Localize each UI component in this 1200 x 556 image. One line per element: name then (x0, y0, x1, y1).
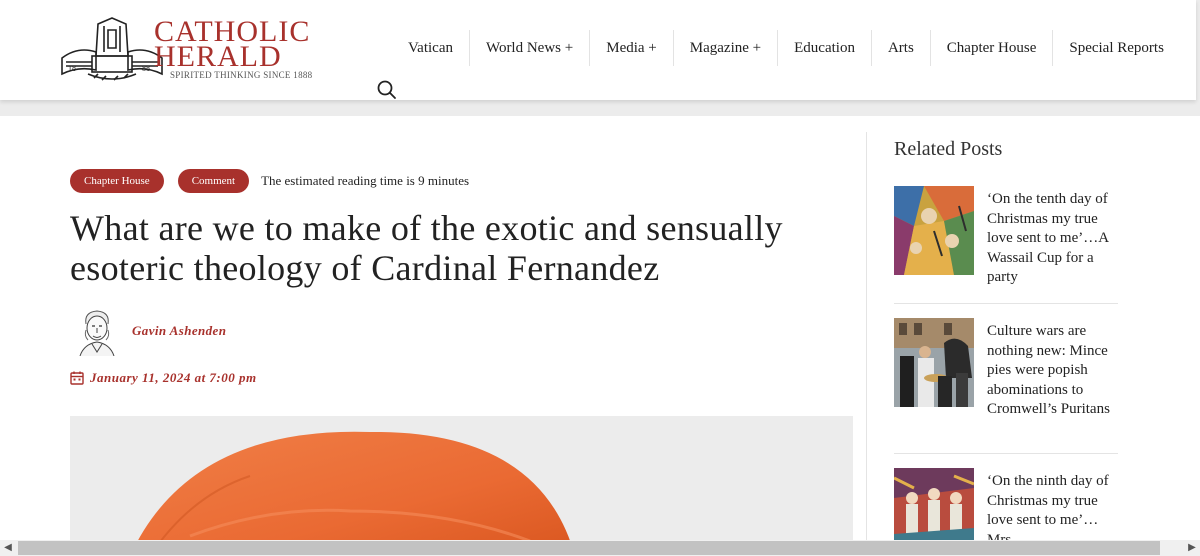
nav-item-chapter-house[interactable]: Chapter House (931, 30, 1054, 66)
scroll-left-arrow-icon[interactable]: ◀ (0, 540, 16, 556)
scrollbar-thumb[interactable] (18, 541, 1160, 555)
nav-item-arts[interactable]: Arts (872, 30, 931, 66)
related-posts-heading: Related Posts (894, 138, 1003, 160)
nav-item-special-reports[interactable]: Special Reports (1053, 30, 1180, 66)
related-post-title[interactable]: ‘On the tenth day of Christmas my true l… (987, 190, 1119, 288)
author-byline: Gavin Ashenden (74, 306, 226, 356)
main-nav: Vatican World News + Media + Magazine + … (392, 30, 1180, 66)
related-post-2[interactable]: Culture wars are nothing new: Mince pies… (894, 318, 1118, 448)
date-text: January 11, 2024 at 7:00 pm (90, 370, 257, 385)
scroll-right-arrow-icon[interactable]: ▶ (1184, 540, 1200, 556)
related-post-1[interactable]: ‘On the tenth day of Christmas my true l… (894, 186, 1118, 286)
logo-year-right: 88 (142, 64, 150, 73)
nav-item-media[interactable]: Media + (590, 30, 674, 66)
related-post-separator (894, 453, 1118, 454)
logo-tagline: SPIRITED THINKING SINCE 1888 (170, 70, 313, 80)
search-icon (377, 80, 396, 99)
article-title: What are we to make of the exotic and se… (70, 208, 783, 288)
article-meta: Chapter House Comment The estimated read… (70, 169, 469, 193)
logo-wordmark-line2: HERALD (154, 40, 282, 73)
author-avatar[interactable] (74, 306, 120, 356)
category-pill-comment[interactable]: Comment (177, 169, 250, 193)
logo-year-left: 18 (68, 64, 76, 73)
nav-item-magazine[interactable]: Magazine + (674, 30, 779, 66)
related-post-separator (894, 303, 1118, 304)
nav-item-world-news[interactable]: World News + (470, 30, 591, 66)
related-post-title[interactable]: Culture wars are nothing new: Mince pies… (987, 322, 1119, 420)
related-post-thumbnail[interactable] (894, 186, 974, 275)
herald-emblem-icon: 18 88 (61, 17, 163, 81)
nav-item-vatican[interactable]: Vatican (392, 30, 470, 66)
sidebar-divider (866, 132, 867, 556)
horizontal-scrollbar[interactable]: ◀ ▶ (0, 540, 1200, 556)
site-logo[interactable]: 18 88 CATHOLIC HERALD SPIRITED THINKING … (58, 16, 328, 84)
search-button[interactable] (376, 79, 398, 101)
publish-date: January 11, 2024 at 7:00 pm (70, 370, 257, 386)
category-pill-chapter-house[interactable]: Chapter House (70, 169, 164, 193)
author-name[interactable]: Gavin Ashenden (132, 323, 226, 339)
calendar-icon (70, 371, 84, 385)
reading-time: The estimated reading time is 9 minutes (261, 173, 470, 188)
article-hero-image (70, 416, 853, 556)
site-header: 18 88 CATHOLIC HERALD SPIRITED THINKING … (0, 0, 1196, 100)
article-main: Chapter House Comment The estimated read… (0, 116, 1200, 556)
nav-item-education[interactable]: Education (778, 30, 872, 66)
related-post-thumbnail[interactable] (894, 318, 974, 407)
related-post-title[interactable]: ‘On the ninth day of Christmas my true l… (987, 472, 1119, 550)
